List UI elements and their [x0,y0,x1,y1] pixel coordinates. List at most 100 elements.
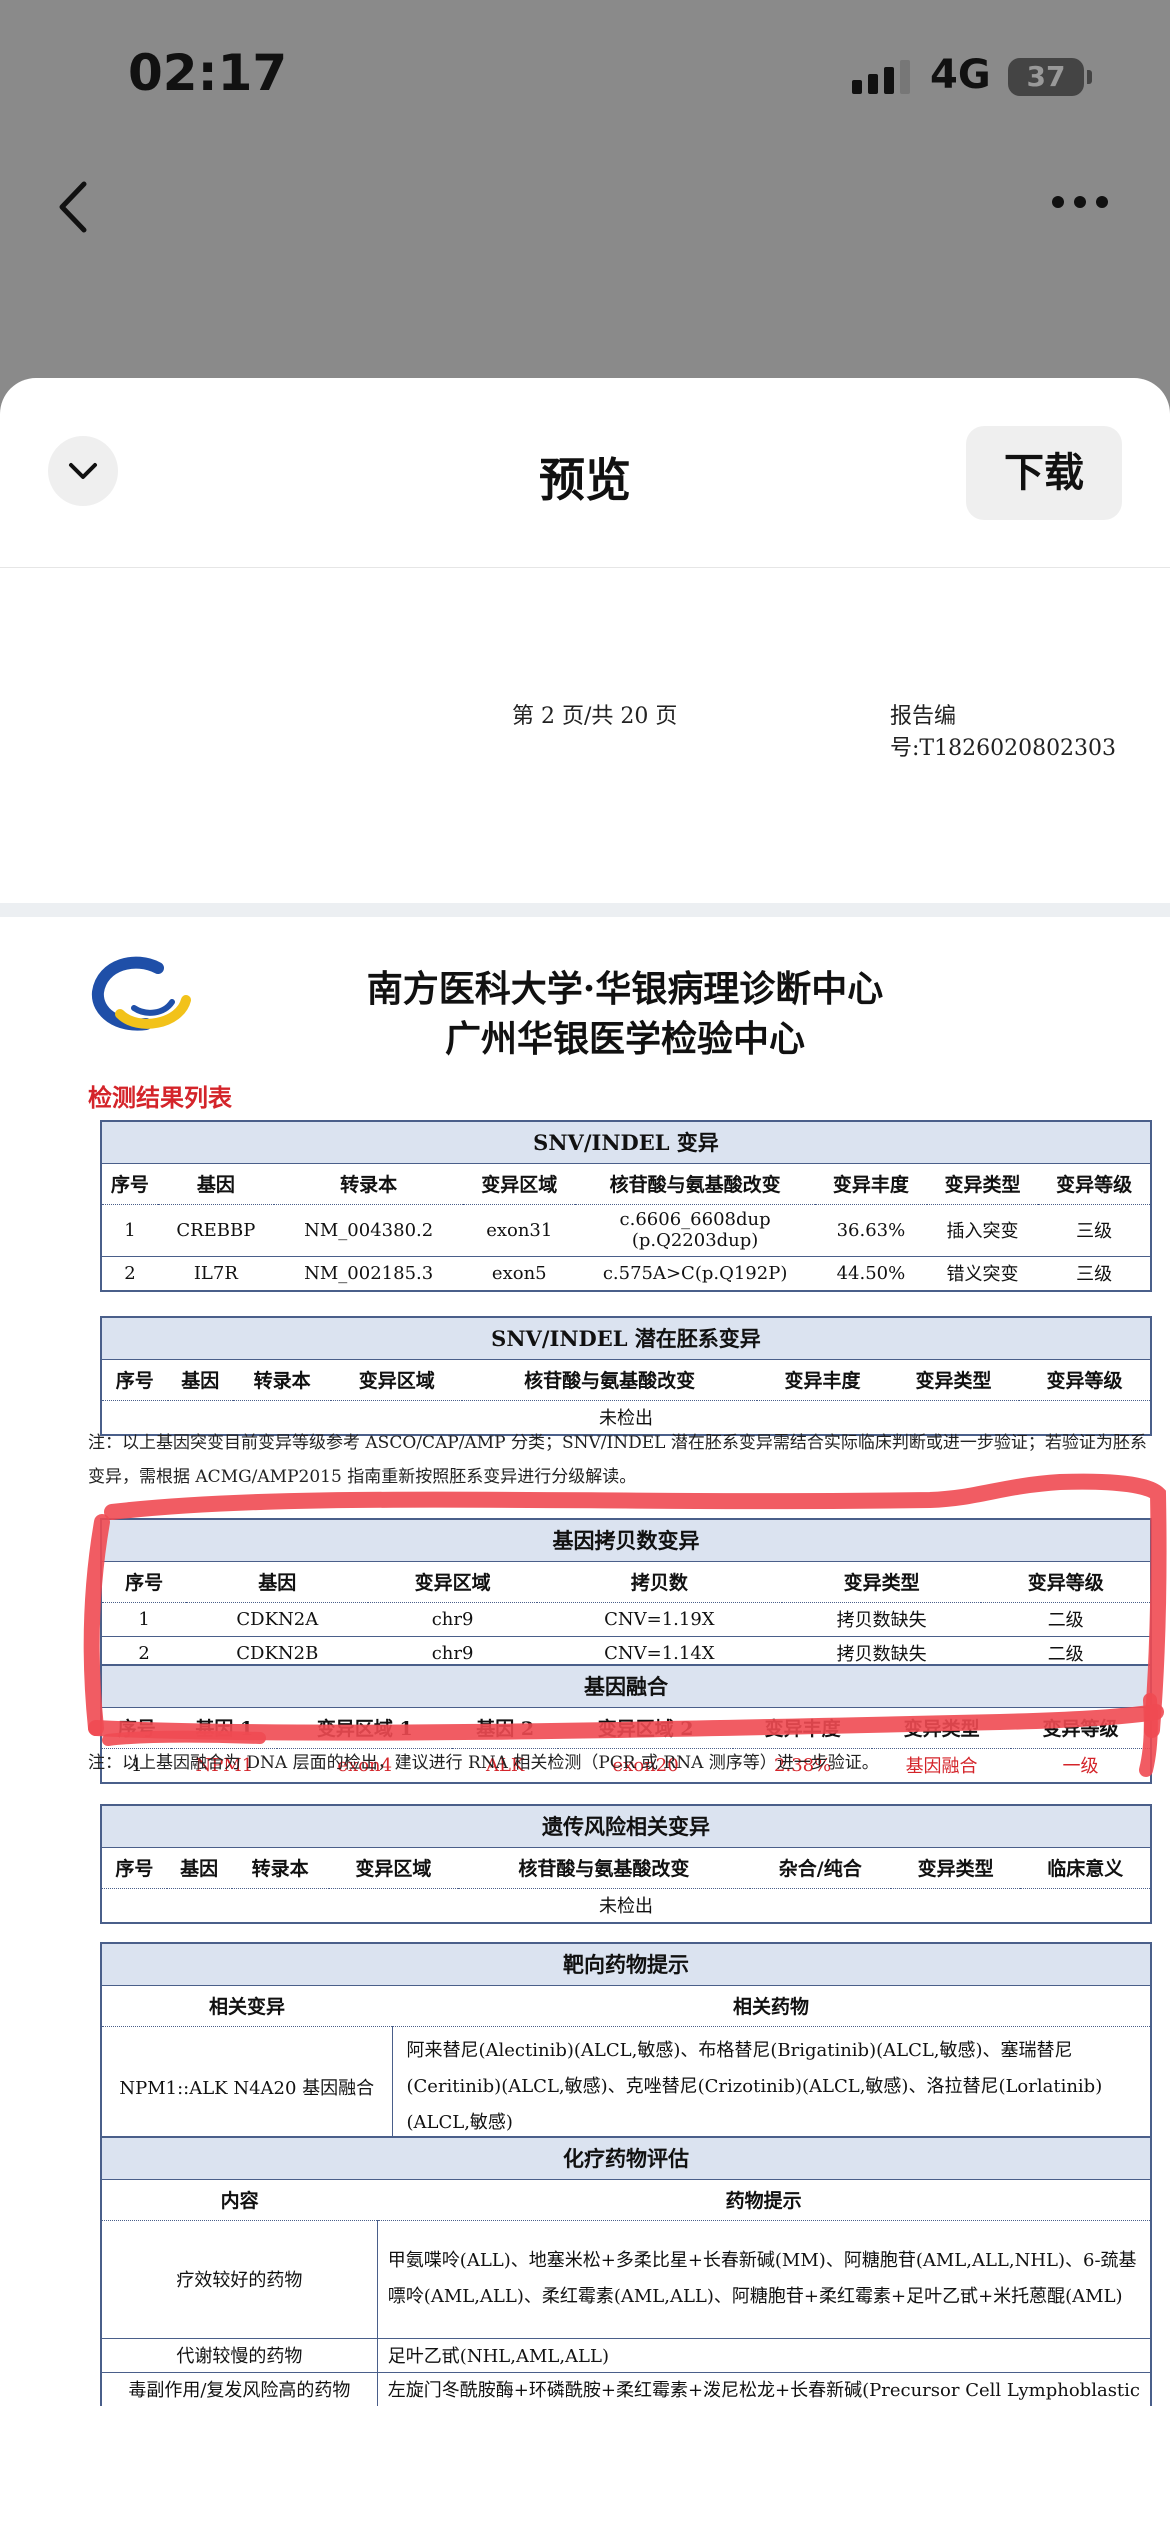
column-header: 杂合/纯合 [749,1848,891,1889]
cell: CNV=1.19X [536,1602,782,1637]
table-row: 未检出 [102,1888,1150,1922]
cell: 疗效较好的药物 [102,2220,378,2339]
cell: 36.63% [815,1204,927,1257]
column-header: 变异丰度 [815,1164,927,1205]
empty-result: 未检出 [599,1896,653,1918]
chemo-drug-title: 化疗药物评估 [102,2138,1150,2180]
column-header: 变异区域 1 [277,1708,453,1749]
column-header: 基因 1 [171,1708,278,1749]
table-row: 2 IL7R NM_002185.3 exon5 c.575A>C(p.Q192… [102,1256,1150,1290]
chevron-left-icon [59,181,87,233]
column-header: 基因 [166,1848,232,1889]
column-header: 序号 [102,1562,187,1603]
network-label: 4G [930,52,991,98]
column-header: 基因 2 [452,1708,559,1749]
report-number: 报告编号:T1826020802303 [890,704,1117,761]
dot-icon [1052,196,1064,208]
cell: NM_002185.3 [304,1262,434,1284]
column-header: 序号 [102,1164,158,1205]
cell: 二级 [981,1602,1150,1637]
column-header: 序号 [102,1848,167,1889]
column-header: 核苷酸与氨基酸改变 [458,1848,750,1889]
page-number: 第 2 页/共 20 页 [512,704,678,729]
cell: 1 [102,1204,158,1257]
targeted-drug-table: 靶向药物提示 相关变异 相关药物 NPM1::ALK N4A20 基因融合 阿来… [100,1942,1152,2149]
column-header: 变异等级 [981,1562,1150,1603]
cell: NPM1::ALK N4A20 基因融合 [102,2026,393,2147]
table-row: 1 CDKN2A chr9 CNV=1.19X 拷贝数缺失 二级 [102,1602,1150,1637]
fusion-note: 注：以上基因融合为 DNA 层面的检出，建议进行 RNA 相关检测（PCR 或 … [88,1753,879,1773]
table-row: 疗效较好的药物 甲氨喋呤(ALL)、地塞米松+多柔比星+长春新碱(MM)、阿糖胞… [102,2220,1150,2339]
cell: IL7R [193,1262,238,1284]
section-title: 检测结果列表 [88,1083,232,1112]
column-header: 转录本 [231,1848,329,1889]
column-header: 变异区域 [463,1164,576,1205]
table-header-row: 序号 基因 转录本 变异区域 核苷酸与氨基酸改变 变异丰度 变异类型 变异等级 [102,1360,1150,1401]
column-header: 核苷酸与氨基酸改变 [462,1360,757,1401]
more-options-button[interactable] [1052,196,1116,216]
download-button[interactable]: 下载 [966,426,1122,520]
cell: CREBBP [157,1204,274,1257]
column-header: 变异丰度 [756,1360,888,1401]
battery-icon: 37 [1008,58,1092,96]
targeted-drug-title: 靶向药物提示 [102,1944,1150,1986]
table-row: 1 CREBBP NM_004380.2 exon31 c.6606_6608d… [102,1204,1150,1257]
cell: 代谢较慢的药物 [102,2338,378,2373]
cell: 拷贝数缺失 [781,1602,982,1637]
cell: CDKN2A [186,1602,369,1637]
cell: 44.50% [836,1262,906,1284]
back-button[interactable] [44,172,104,242]
cell: 甲氨喋呤(ALL)、地塞米松+多柔比星+长春新碱(MM)、阿糖胞苷(AML,AL… [377,2220,1150,2339]
cnv-table: 基因拷贝数变异 序号 基因 变异区域 拷贝数 变异类型 变异等级 1 CDKN2… [100,1518,1152,1672]
column-header: 临床意义 [1020,1848,1150,1889]
status-bar: 02:17 4G 37 [0,0,1170,150]
table-header-row: 相关变异 相关药物 [102,1986,1150,2027]
table-header-row: 序号 基因 转录本 变异区域 核苷酸与氨基酸改变 杂合/纯合 变异类型 临床意义 [102,1848,1150,1889]
column-header: 基因 [186,1562,369,1603]
cell: 阿来替尼(Alectinib)(ALCL,敏感)、布格替尼(Brigatinib… [406,2039,1103,2133]
column-header: 变异区域 2 [558,1708,734,1749]
snv-table-title: SNV/INDEL 变异 [102,1122,1150,1164]
column-header: 转录本 [233,1360,332,1401]
column-header: 药物提示 [377,2180,1150,2221]
column-header: 变异区域 [368,1562,537,1603]
table-header-row: 序号 基因 转录本 变异区域 核苷酸与氨基酸改变 变异丰度 变异类型 变异等级 [102,1164,1150,1205]
battery-level: 37 [1026,60,1066,93]
column-header: 基因 [167,1360,233,1401]
column-header: 变异丰度 [733,1708,873,1749]
column-header: 序号 [102,1708,172,1749]
fusion-table-title: 基因融合 [102,1666,1150,1708]
column-header: 相关变异 [102,1986,392,2027]
cell: 1 [102,1602,187,1637]
table-row: 毒副作用/复发风险高的药物 左旋门冬酰胺酶+环磷酰胺+柔红霉素+泼尼松龙+长春新… [102,2372,1150,2406]
column-header: 变异等级 [1038,1164,1150,1205]
column-header: 变异类型 [887,1360,1019,1401]
column-header: 变异类型 [890,1848,1021,1889]
cell: exon5 [491,1262,547,1284]
cell: 左旋门冬酰胺酶+环磷酰胺+柔红霉素+泼尼松龙+长春新碱(Precursor Ce… [387,2380,1140,2402]
cell: 三级 [1076,1264,1113,1286]
cnv-table-title: 基因拷贝数变异 [102,1520,1150,1562]
column-header: 相关药物 [392,1986,1150,2027]
preview-sheet: 预览 下载 第 2 页/共 20 页 报告编号:T1826020802303 南… [0,378,1170,2532]
table-header-row: 序号 基因 变异区域 拷贝数 变异类型 变异等级 [102,1562,1150,1603]
column-header: 变异区域 [331,1360,463,1401]
column-header: 内容 [102,2180,378,2221]
column-header: 转录本 [273,1164,464,1205]
org-name-line1: 南方医科大学·华银病理诊断中心 [366,968,884,1010]
table-header-row: 序号 基因 1 变异区域 1 基因 2 变异区域 2 变异丰度 变异类型 变异等… [102,1708,1150,1749]
table-header-row: 内容 药物提示 [102,2180,1150,2221]
signal-icon [852,60,910,94]
column-header: 变异类型 [926,1164,1039,1205]
germline-table-title: SNV/INDEL 潜在胚系变异 [102,1318,1150,1360]
dot-icon [1096,196,1108,208]
column-header: 基因 [157,1164,274,1205]
column-header: 拷贝数 [536,1562,782,1603]
cell: 插入突变 [926,1204,1039,1257]
column-header: 变异等级 [1011,1708,1150,1749]
column-header: 变异等级 [1018,1360,1150,1401]
cell: 三级 [1038,1204,1150,1257]
cell: 错义突变 [946,1264,1019,1286]
column-header: 变异区域 [328,1848,459,1889]
column-header: 变异类型 [781,1562,982,1603]
